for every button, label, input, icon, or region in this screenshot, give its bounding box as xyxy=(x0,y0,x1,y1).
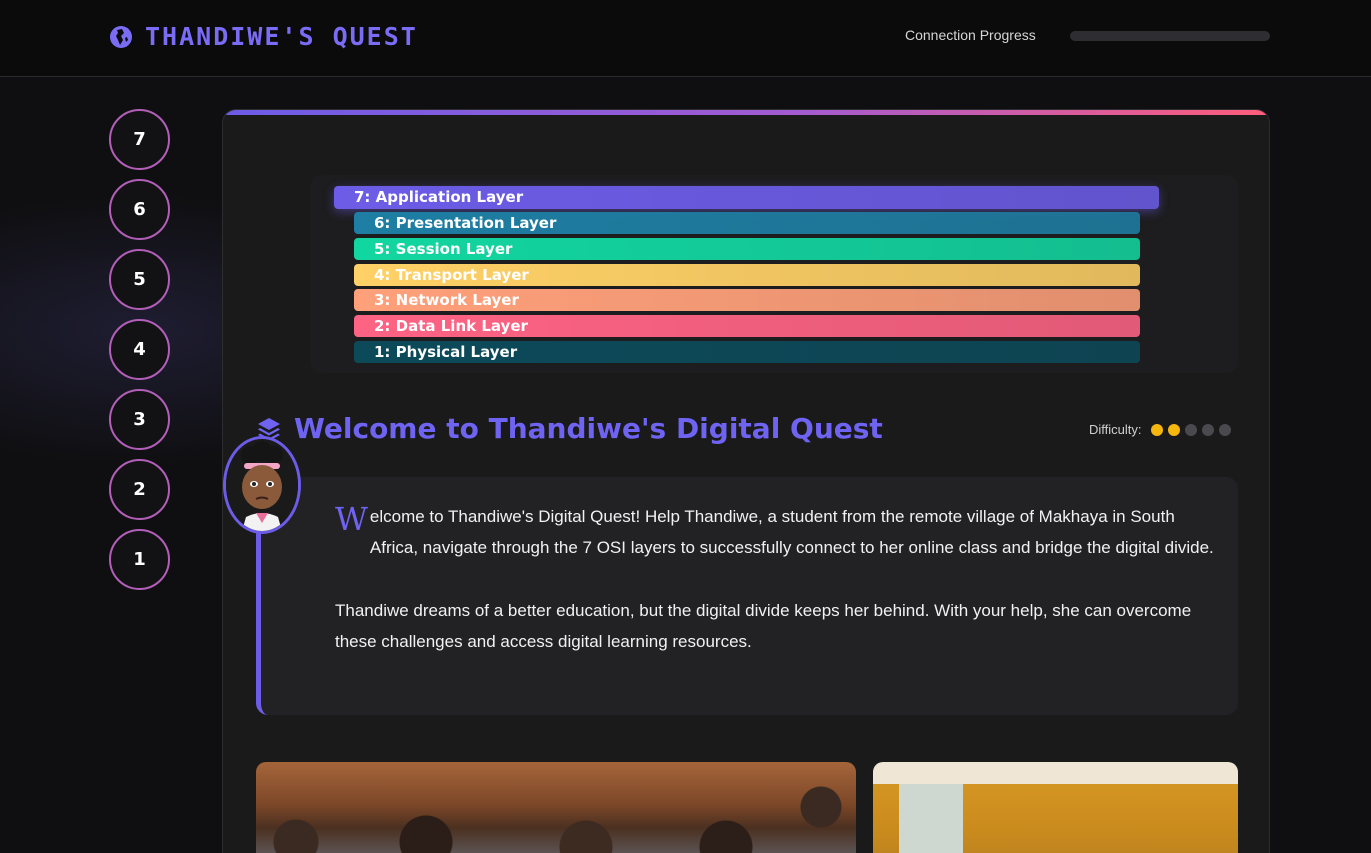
osi-layer-7[interactable]: 7: Application Layer xyxy=(334,186,1159,209)
osi-layer-1[interactable]: 1: Physical Layer xyxy=(354,341,1140,363)
girl-avatar-icon xyxy=(226,439,298,531)
thandiwe-avatar xyxy=(223,436,301,534)
difficulty-dot xyxy=(1184,423,1197,436)
difficulty-dot xyxy=(1218,423,1231,436)
layer-nav-button-3[interactable]: 3 xyxy=(109,389,170,450)
level-card: 7: Application Layer 6: Presentation Laye… xyxy=(222,109,1270,853)
brand: THANDIWE'S QUEST xyxy=(109,22,418,51)
story-paragraph-1: Welcome to Thandiwe's Digital Quest! Hel… xyxy=(335,501,1215,563)
difficulty-dot xyxy=(1167,423,1180,436)
osi-stack: 7: Application Layer 6: Presentation Laye… xyxy=(310,175,1238,373)
connection-progress-label: Connection Progress xyxy=(905,27,1036,43)
level-heading: Welcome to Thandiwe's Digital Quest xyxy=(256,412,883,445)
layer-nav-button-7[interactable]: 7 xyxy=(109,109,170,170)
card-accent-line xyxy=(223,110,1269,115)
connection-progress-bar xyxy=(1070,31,1270,41)
story-paragraph-2: Thandiwe dreams of a better education, b… xyxy=(335,601,1192,651)
difficulty-dots xyxy=(1150,423,1236,436)
difficulty-dot xyxy=(1201,423,1214,436)
story-paragraph-1-text: elcome to Thandiwe's Digital Quest! Help… xyxy=(369,507,1214,557)
layer-nav-button-5[interactable]: 5 xyxy=(109,249,170,310)
difficulty-label: Difficulty: xyxy=(1089,422,1142,437)
osi-layer-2[interactable]: 2: Data Link Layer xyxy=(354,315,1140,337)
difficulty-dot xyxy=(1150,423,1163,436)
top-bar: THANDIWE'S QUEST Connection Progress xyxy=(0,0,1371,77)
layer-nav-button-4[interactable]: 4 xyxy=(109,319,170,380)
dropcap: W xyxy=(335,500,368,538)
app-title: THANDIWE'S QUEST xyxy=(145,22,418,51)
story-text: Welcome to Thandiwe's Digital Quest! Hel… xyxy=(335,501,1215,657)
story-panel: Welcome to Thandiwe's Digital Quest! Hel… xyxy=(256,477,1238,715)
osi-layer-5[interactable]: 5: Session Layer xyxy=(354,238,1140,260)
layer-nav-button-2[interactable]: 2 xyxy=(109,459,170,520)
layer-nav-button-6[interactable]: 6 xyxy=(109,179,170,240)
osi-layer-4[interactable]: 4: Transport Layer xyxy=(354,264,1140,286)
globe-africa-icon xyxy=(110,25,132,48)
difficulty-indicator: Difficulty: xyxy=(1089,422,1236,437)
classroom-photo-students xyxy=(256,762,856,853)
level-title: Welcome to Thandiwe's Digital Quest xyxy=(294,412,883,445)
layer-navigation: 7 6 5 4 3 2 1 xyxy=(109,109,170,599)
classroom-photo-room xyxy=(873,762,1238,853)
osi-layer-6[interactable]: 6: Presentation Layer xyxy=(354,212,1140,234)
osi-layer-3[interactable]: 3: Network Layer xyxy=(354,289,1140,311)
layer-nav-button-1[interactable]: 1 xyxy=(109,529,170,590)
